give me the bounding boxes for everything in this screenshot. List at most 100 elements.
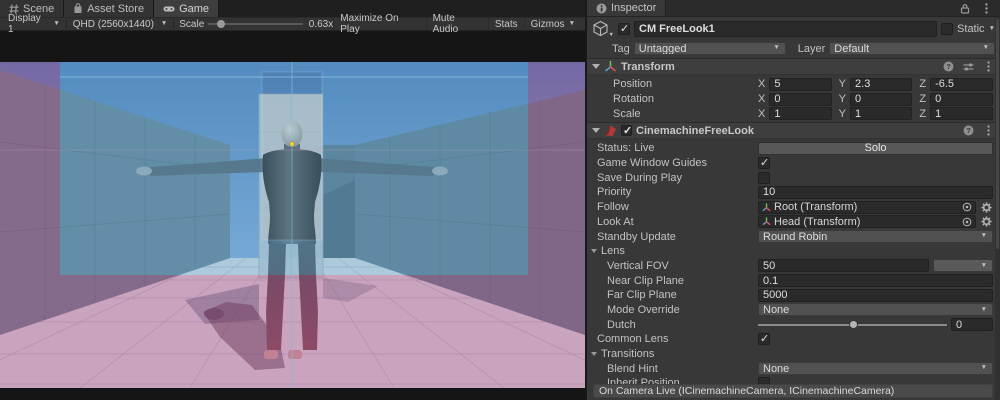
transform-icon	[604, 60, 617, 73]
tab-game[interactable]: Game	[154, 0, 219, 17]
priority-label[interactable]: Priority	[587, 186, 758, 198]
transitions-foldout[interactable]: Transitions	[587, 348, 758, 360]
resolution-dropdown-label: QHD (2560x1440)	[73, 19, 156, 30]
vfov-label[interactable]: Vertical FOV	[587, 260, 758, 272]
foldout-icon[interactable]	[592, 64, 600, 69]
common-lens-label[interactable]: Common Lens	[587, 333, 758, 345]
scale-label[interactable]: Scale	[587, 108, 758, 120]
scale-y-field[interactable]: 1	[850, 107, 912, 120]
foldout-icon	[591, 249, 597, 253]
far-clip-label[interactable]: Far Clip Plane	[587, 289, 758, 301]
scale-slider[interactable]	[208, 23, 303, 25]
follow-row: Follow Root (Transform)	[587, 200, 1000, 215]
save-checkbox[interactable]	[758, 172, 770, 184]
game-viewport[interactable]	[0, 62, 585, 388]
gear-icon[interactable]	[980, 215, 993, 228]
static-checkbox[interactable]	[941, 23, 953, 35]
help-icon[interactable]: ?	[942, 60, 955, 73]
far-clip-field[interactable]: 5000	[758, 289, 993, 302]
rotation-x-field[interactable]: 0	[769, 93, 831, 106]
save-label[interactable]: Save During Play	[587, 172, 758, 184]
transform-component: Transform ? Position X5 Y2.3 Z-6.5	[587, 58, 1000, 122]
kebab-menu-icon[interactable]	[982, 124, 995, 137]
standby-dropdown[interactable]: Round Robin ▼	[758, 230, 993, 243]
dutch-slider-thumb[interactable]	[849, 320, 858, 329]
priority-field[interactable]: 10	[758, 186, 993, 199]
scale-slider-thumb[interactable]	[217, 20, 225, 28]
tab-asset-store[interactable]: Asset Store	[64, 0, 154, 17]
gizmos-dropdown[interactable]: Gizmos ▼	[524, 17, 581, 31]
static-label: Static	[957, 23, 985, 35]
stats-button[interactable]: Stats	[488, 17, 524, 31]
kebab-menu-icon[interactable]	[980, 2, 993, 15]
position-x-field[interactable]: 5	[769, 78, 831, 91]
scrollbar-thumb[interactable]	[996, 19, 999, 249]
chevron-down-icon: ▼	[569, 21, 575, 28]
cinemachine-icon	[604, 124, 617, 137]
gameobject-active-checkbox[interactable]	[618, 23, 630, 35]
inspector-panel: Inspector ▼ CM FreeLook1 Static	[587, 0, 1000, 400]
chevron-down-icon: ▼	[981, 233, 987, 240]
inspector-scrollbar[interactable]	[995, 17, 1000, 400]
near-clip-label[interactable]: Near Clip Plane	[587, 275, 758, 287]
lookat-label[interactable]: Look At	[587, 216, 758, 228]
position-label[interactable]: Position	[587, 78, 758, 90]
follow-label[interactable]: Follow	[587, 201, 758, 213]
gameobject-cube-icon[interactable]: ▼	[592, 20, 614, 38]
component-enabled-checkbox[interactable]	[621, 125, 632, 136]
solo-button[interactable]: Solo	[758, 142, 993, 155]
vertical-fov-row: Vertical FOV 50 ▼	[587, 259, 1000, 274]
rotation-label[interactable]: Rotation	[587, 93, 758, 105]
toolbar-separator	[173, 19, 174, 29]
kebab-menu-icon[interactable]	[982, 60, 995, 73]
fov-mode-dropdown[interactable]: ▼	[933, 259, 993, 272]
rotation-z-field[interactable]: 0	[930, 93, 993, 106]
save-during-play-row: Save During Play	[587, 170, 1000, 185]
vfov-field[interactable]: 50	[758, 259, 929, 272]
guides-checkbox[interactable]	[758, 157, 770, 169]
lens-foldout[interactable]: Lens	[587, 245, 758, 257]
mute-audio-button[interactable]: Mute Audio	[426, 17, 488, 31]
resolution-dropdown[interactable]: QHD (2560x1440) ▼	[69, 19, 172, 30]
object-picker-icon[interactable]	[962, 202, 972, 212]
display-dropdown-label: Display 1	[8, 13, 48, 35]
dutch-value-field[interactable]: 0	[951, 318, 993, 331]
cinemachine-header[interactable]: CinemachineFreeLook ?	[587, 122, 1000, 139]
transform-header[interactable]: Transform ?	[587, 58, 1000, 75]
blend-hint-row: Blend Hint None ▼	[587, 361, 1000, 376]
chevron-down-icon: ▼	[983, 45, 989, 52]
layer-dropdown[interactable]: Default ▼	[829, 42, 995, 55]
presets-icon[interactable]	[962, 60, 975, 73]
guides-label[interactable]: Game Window Guides	[587, 157, 758, 169]
display-dropdown[interactable]: Display 1 ▼	[4, 13, 64, 35]
common-lens-checkbox[interactable]	[758, 333, 770, 345]
info-icon	[596, 3, 607, 14]
blend-hint-label[interactable]: Blend Hint	[587, 363, 758, 375]
position-y-field[interactable]: 2.3	[850, 78, 912, 91]
tag-dropdown[interactable]: Untagged ▼	[634, 42, 786, 55]
mode-override-dropdown[interactable]: None ▼	[758, 303, 993, 316]
standby-label[interactable]: Standby Update	[587, 231, 758, 243]
lock-icon[interactable]	[958, 2, 971, 15]
scale-x-field[interactable]: 1	[769, 107, 831, 120]
blend-hint-dropdown[interactable]: None ▼	[758, 362, 993, 375]
tab-inspector[interactable]: Inspector	[587, 0, 666, 16]
transform-mini-icon	[762, 217, 771, 226]
scale-z-field[interactable]: 1	[930, 107, 993, 120]
maximize-on-play-button[interactable]: Maximize On Play	[333, 17, 425, 31]
position-z-field[interactable]: -6.5	[930, 78, 993, 91]
cinemachine-freelook-component: CinemachineFreeLook ? Status: Live Solo …	[587, 122, 1000, 392]
dutch-slider[interactable]	[758, 318, 947, 331]
foldout-icon[interactable]	[592, 128, 600, 133]
near-clip-field[interactable]: 0.1	[758, 274, 993, 287]
object-picker-icon[interactable]	[962, 217, 972, 227]
dutch-row: Dutch 0	[587, 317, 1000, 332]
help-icon[interactable]: ?	[962, 124, 975, 137]
mode-override-label[interactable]: Mode Override	[587, 304, 758, 316]
rotation-y-field[interactable]: 0	[850, 93, 912, 106]
gear-icon[interactable]	[980, 201, 993, 214]
dutch-label[interactable]: Dutch	[587, 319, 758, 331]
lookat-object-field[interactable]: Head (Transform)	[758, 215, 976, 228]
follow-object-field[interactable]: Root (Transform)	[758, 201, 976, 214]
gameobject-name-field[interactable]: CM FreeLook1	[634, 21, 937, 37]
